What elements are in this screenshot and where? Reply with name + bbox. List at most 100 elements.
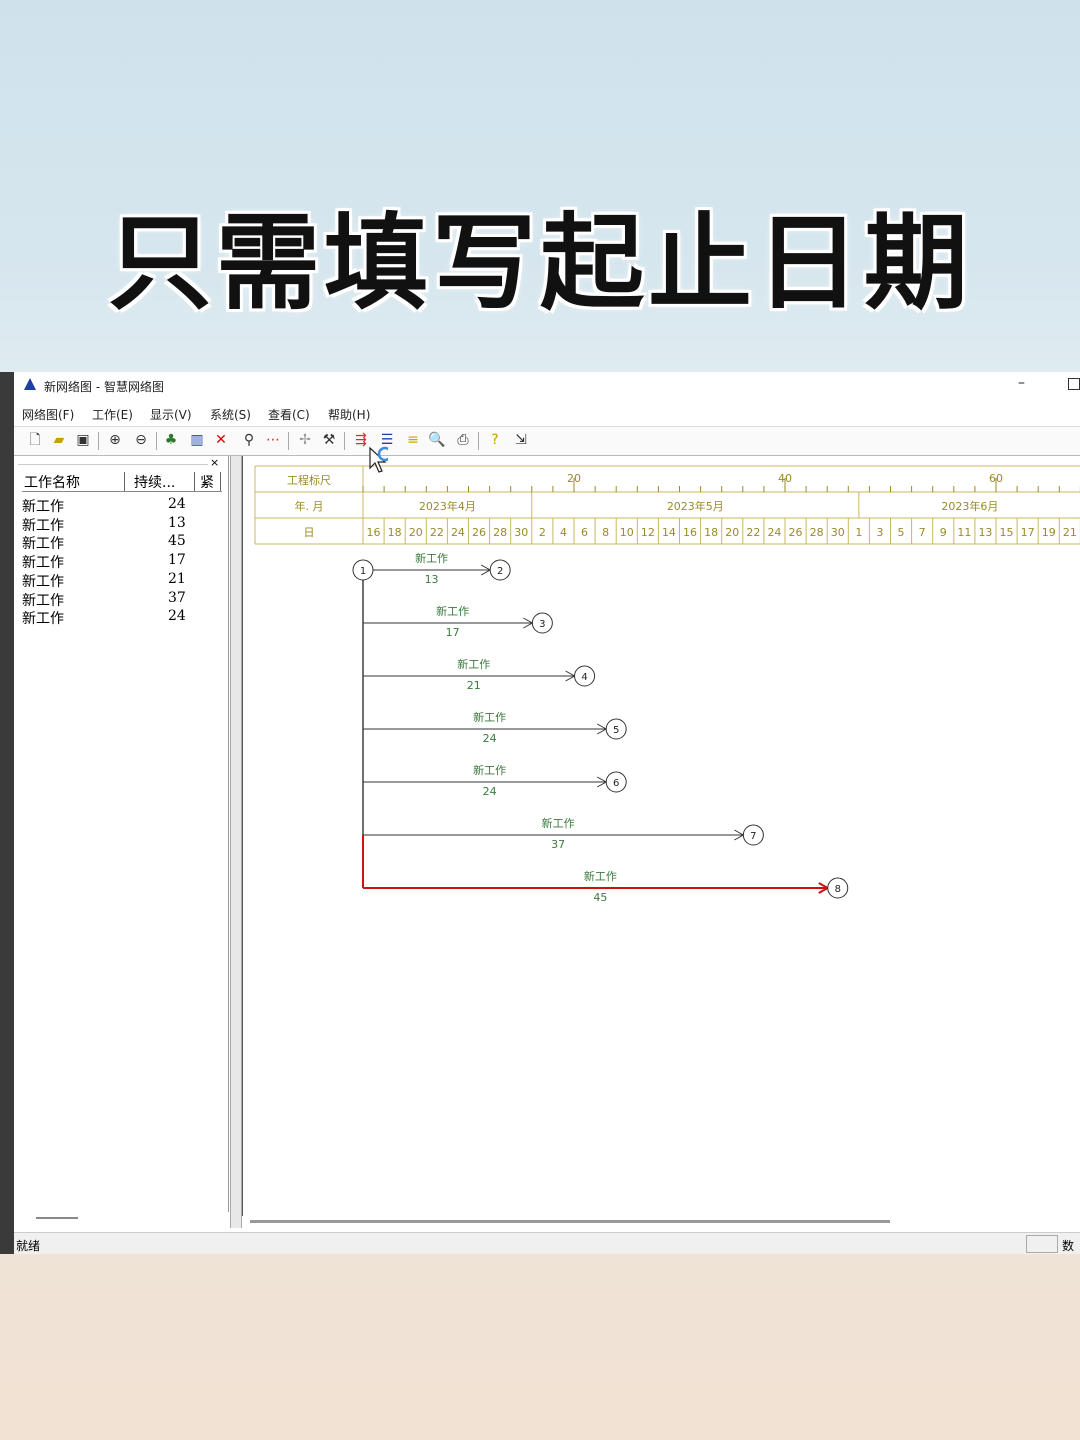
app-window: 新网络图 - 智慧网络图 – 网络图(F) 工作(E) 显示(V) 系统(S) … xyxy=(14,372,1080,1254)
save-icon[interactable]: ▣ xyxy=(74,431,92,449)
day-cell: 26 xyxy=(789,526,803,539)
open-folder-icon[interactable]: ▰ xyxy=(50,431,68,449)
align-icon[interactable]: ≡ xyxy=(404,431,422,449)
task-name: 新工作 xyxy=(22,592,64,609)
start-node-label: 1 xyxy=(360,566,366,577)
menu-system[interactable]: 系统(S) xyxy=(210,406,251,423)
end-node-label: 2 xyxy=(497,566,503,577)
tools-icon[interactable]: ⚒ xyxy=(320,431,338,449)
day-cell: 21 xyxy=(1063,526,1077,539)
day-cell: 11 xyxy=(957,526,971,539)
menu-network[interactable]: 网络图(F) xyxy=(22,406,74,423)
column-header-duration[interactable]: 持续... xyxy=(134,472,195,492)
activity-duration: 37 xyxy=(551,838,565,851)
end-node-label: 5 xyxy=(613,725,619,736)
scale-label: 工程标尺 xyxy=(287,473,331,487)
mouse-cursor-icon xyxy=(369,446,388,473)
table-row[interactable]: 新工作 21 xyxy=(22,571,222,590)
table-row[interactable]: 新工作 37 xyxy=(22,590,222,609)
day-cell: 12 xyxy=(641,526,655,539)
status-text: 就绪 xyxy=(16,1239,41,1253)
day-cell: 10 xyxy=(620,526,634,539)
table-row[interactable]: 新工作 45 xyxy=(22,533,222,552)
horizontal-scrollbar[interactable] xyxy=(250,1220,890,1223)
help-icon[interactable]: ? xyxy=(486,431,504,449)
status-box xyxy=(1026,1235,1058,1253)
day-cell: 24 xyxy=(767,526,781,539)
menu-work[interactable]: 工作(E) xyxy=(92,406,133,423)
menu-view[interactable]: 查看(C) xyxy=(268,406,310,423)
day-cell: 14 xyxy=(662,526,676,539)
status-bar: 就绪 数 xyxy=(14,1232,1080,1254)
activity-name: 新工作 xyxy=(584,869,617,883)
activity-name: 新工作 xyxy=(436,604,469,618)
people-icon[interactable]: ♣ xyxy=(162,431,180,449)
task-name: 新工作 xyxy=(22,555,64,572)
table-row[interactable]: 新工作 24 xyxy=(22,608,222,627)
left-scrollbar[interactable] xyxy=(36,1217,78,1219)
scale-mark: 40 xyxy=(778,472,792,485)
network-chart-area: 工程标尺 年. 月日 20 40 60 2023年4月 2023年5月 2023年6月 16 18… xyxy=(242,456,1080,1216)
column-header-name[interactable]: 工作名称 xyxy=(24,472,125,492)
column-header-urgent[interactable]: 紧 xyxy=(200,472,221,492)
day-cell: 6 xyxy=(581,526,588,539)
scale-mark: 60 xyxy=(989,472,1003,485)
pointer-help-icon[interactable]: ⇲ xyxy=(512,431,530,449)
table-row[interactable]: 新工作 13 xyxy=(22,515,222,534)
move-icon[interactable]: ✢ xyxy=(296,431,314,449)
activity-name: 新工作 xyxy=(457,657,490,671)
delete-icon[interactable]: ✕ xyxy=(212,431,230,449)
day-cell: 30 xyxy=(514,526,528,539)
title-bar: 新网络图 - 智慧网络图 – xyxy=(14,372,1080,400)
print-preview-icon[interactable]: 🔍 xyxy=(428,431,446,449)
task-duration: 13 xyxy=(168,514,186,531)
day-cell: 16 xyxy=(367,526,381,539)
day-cell: 20 xyxy=(725,526,739,539)
menu-help[interactable]: 帮助(H) xyxy=(328,406,370,423)
day-cell: 28 xyxy=(493,526,507,539)
end-node-label: 3 xyxy=(539,619,545,630)
activity-duration: 17 xyxy=(446,626,460,639)
day-cell: 2 xyxy=(539,526,546,539)
day-cell: 1 xyxy=(855,526,862,539)
table-row[interactable]: 新工作 17 xyxy=(22,552,222,571)
network-diagram: 工程标尺年. 月日20 40 602023年4月 2023年5月 2023年6月16 18… xyxy=(254,465,1080,904)
activity-duration: 24 xyxy=(483,785,497,798)
maximize-button[interactable] xyxy=(1068,378,1080,390)
zoom-out-icon[interactable]: ⊖ xyxy=(132,431,150,449)
day-cell: 9 xyxy=(940,526,947,539)
status-right: 数 xyxy=(1062,1239,1075,1253)
day-cell: 4 xyxy=(560,526,567,539)
toolbar: 🗋 ▰ ▣ ⊕ ⊖ ♣ ▥ ✕ ⚲ ⋯ ✢ ⚒ ⇶ ☰ ≡ 🔍 ⎙ ? ⇲ xyxy=(14,426,1080,456)
bar-chart-icon[interactable]: ▥ xyxy=(188,431,206,449)
task-name: 新工作 xyxy=(22,536,64,553)
table-row[interactable]: 新工作 24 xyxy=(22,496,222,515)
day-cell: 18 xyxy=(704,526,718,539)
headline: 只需填写起止日期 xyxy=(107,202,972,324)
close-panel-button[interactable]: × xyxy=(210,456,219,469)
background-strip xyxy=(0,372,14,1254)
activity-name: 新工作 xyxy=(473,710,506,724)
day-cell: 24 xyxy=(451,526,465,539)
new-file-icon[interactable]: 🗋 xyxy=(26,431,44,449)
print-icon[interactable]: ⎙ xyxy=(454,431,472,449)
month-cell: 2023年6月 xyxy=(941,499,998,513)
minimize-button[interactable]: – xyxy=(1018,375,1025,391)
activity-name: 新工作 xyxy=(542,816,575,830)
activity-duration: 13 xyxy=(425,573,439,586)
activity-duration: 45 xyxy=(593,891,607,904)
end-node-label: 7 xyxy=(750,831,756,842)
menu-display[interactable]: 显示(V) xyxy=(150,406,192,423)
month-cell: 2023年4月 xyxy=(419,499,476,513)
task-duration: 24 xyxy=(168,608,186,625)
day-cell: 16 xyxy=(683,526,697,539)
magic-wand-icon[interactable]: ⚲ xyxy=(240,431,258,449)
zoom-in-icon[interactable]: ⊕ xyxy=(106,431,124,449)
activity-name: 新工作 xyxy=(473,763,506,777)
day-cell: 28 xyxy=(810,526,824,539)
day-cell: 22 xyxy=(746,526,760,539)
link-icon[interactable]: ⋯ xyxy=(264,431,282,449)
panel-splitter[interactable] xyxy=(230,456,242,1228)
task-name: 新工作 xyxy=(22,611,64,628)
month-cell: 2023年5月 xyxy=(667,499,724,513)
